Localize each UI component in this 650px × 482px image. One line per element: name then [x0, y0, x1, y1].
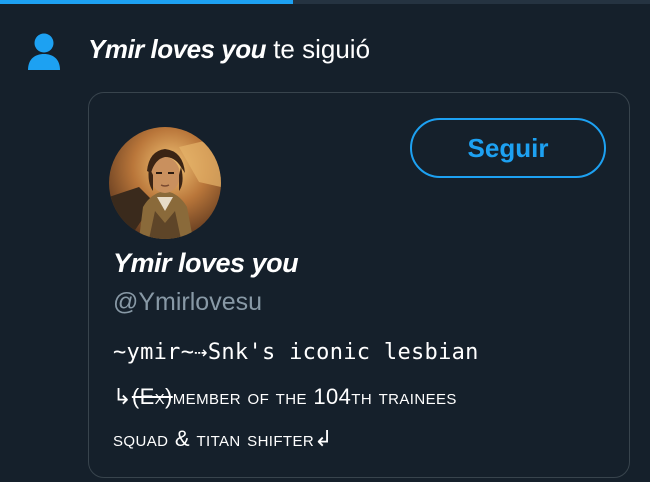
follow-button[interactable]: Seguir [410, 118, 606, 178]
bio-arrow-glyph: ↳ [113, 384, 132, 409]
bio-line: squad & titan shifter↲ [113, 426, 333, 451]
person-icon [28, 33, 60, 70]
bio-line: ↳(Ex)member of the 104th trainees [113, 382, 457, 412]
bio-line: ~ymir~⇢Snk's iconic lesbian [113, 340, 479, 365]
bio-text: member of the 104th trainees [172, 384, 457, 409]
follow-notification[interactable]: Ymir loves you te siguió [26, 30, 626, 72]
notification-user-name[interactable]: Ymir loves you [88, 34, 266, 64]
bio-struck-text: (Ex) [131, 384, 173, 409]
avatar[interactable] [109, 127, 221, 239]
notifications-screen: Ymir loves you te siguió Seguir Ymir lov… [0, 0, 650, 482]
user-card[interactable]: Seguir Ymir loves you @Ymirlovesu ~ymir~… [88, 92, 630, 478]
profile-display-name[interactable]: Ymir loves you [113, 246, 299, 280]
loading-progress-fill [0, 0, 293, 4]
profile-handle[interactable]: @Ymirlovesu [113, 286, 262, 318]
notification-text: Ymir loves you te siguió [88, 32, 370, 66]
notification-action-text: te siguió [265, 34, 371, 64]
loading-progress-bar [0, 0, 650, 4]
